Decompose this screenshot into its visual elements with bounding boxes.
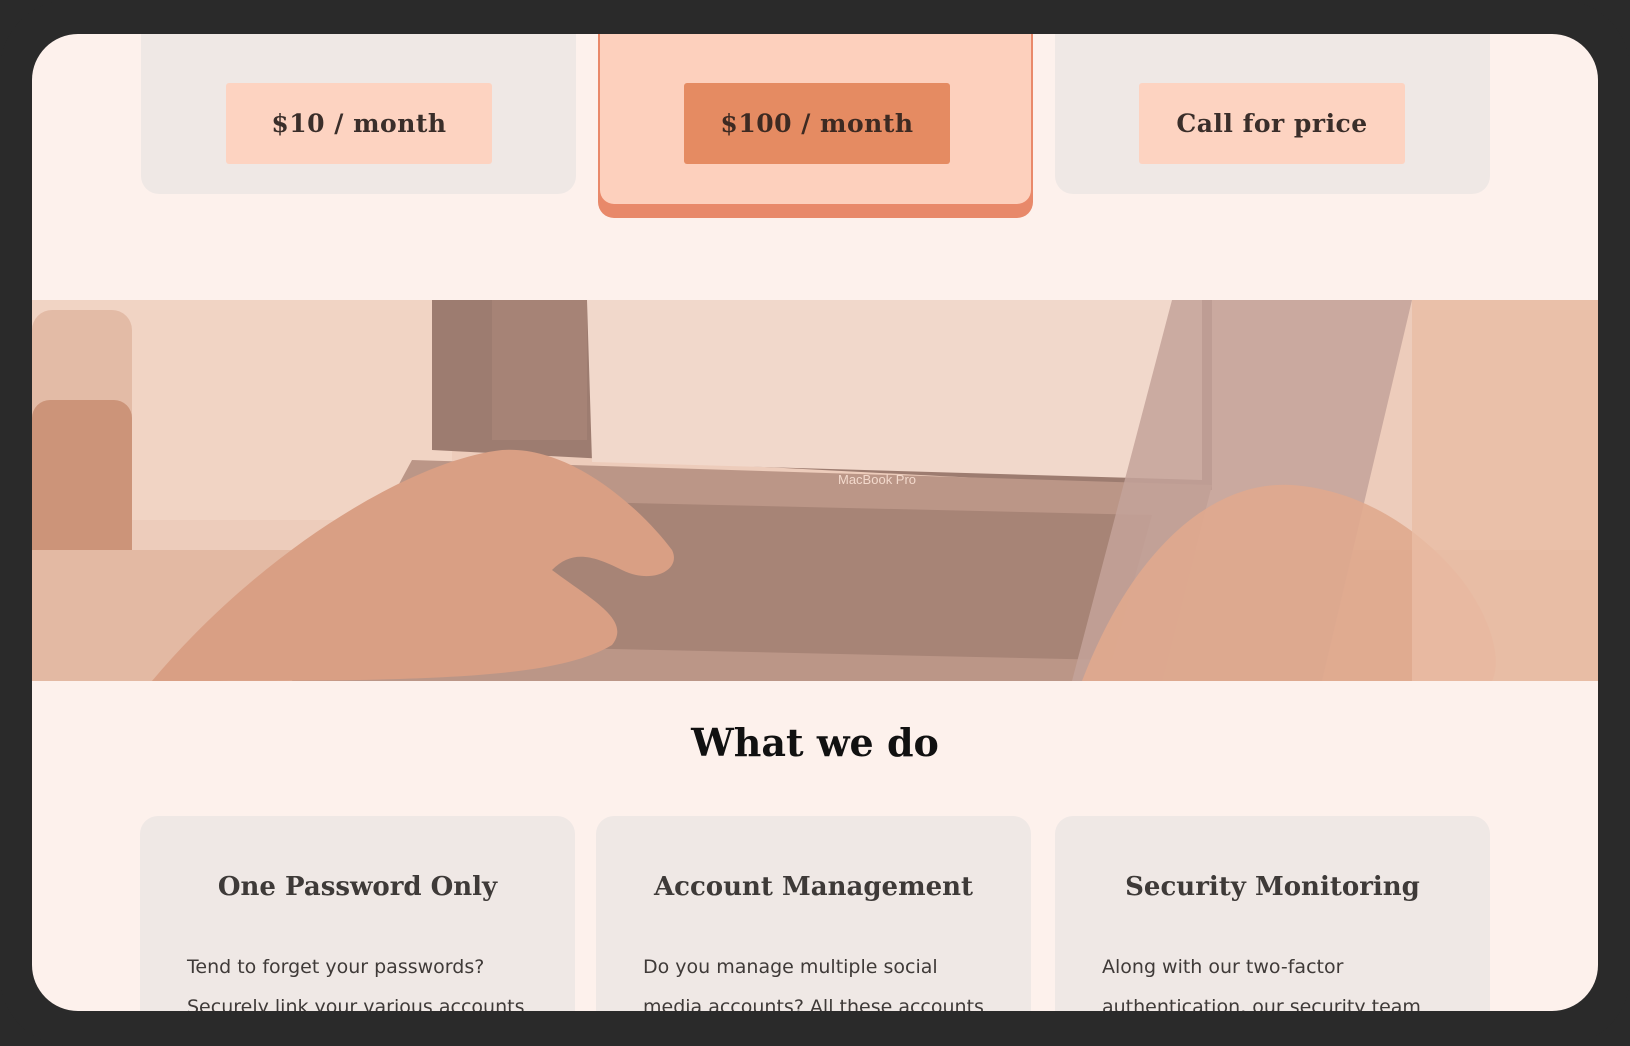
plan-pro-button[interactable]: $100 / month [684, 83, 950, 164]
feature-card-security: Security Monitoring Along with our two-f… [1055, 816, 1490, 1011]
plan-enterprise-button[interactable]: Call for price [1139, 83, 1405, 164]
hero-image: MacBook Pro [32, 300, 1598, 681]
section-title: What we do [691, 720, 939, 765]
laptop-photo: MacBook Pro [32, 300, 1598, 681]
feature-text: Do you manage multiple social media acco… [643, 956, 984, 1011]
pricing-card-enterprise: Call for price [1055, 34, 1490, 194]
pricing-card-basic: $10 / month [141, 34, 576, 194]
feature-title: Account Management [653, 872, 974, 902]
plan-basic-button[interactable]: $10 / month [226, 83, 492, 164]
feature-card-password: One Password Only Tend to forget your pa… [140, 816, 575, 1011]
browser-viewport: $10 / month $100 / month Call for price [32, 34, 1598, 1011]
pricing-card-pro: $100 / month [598, 34, 1033, 206]
device-frame: $10 / month $100 / month Call for price [0, 0, 1630, 1046]
feature-title: Security Monitoring [1125, 872, 1420, 902]
feature-text: Along with our two-factor authentication… [1102, 956, 1421, 1011]
pricing-section: $10 / month $100 / month Call for price [32, 34, 1598, 274]
feature-title: One Password Only [217, 872, 498, 902]
feature-text: Tend to forget your passwords? Securely … [187, 956, 525, 1011]
feature-card-accounts: Account Management Do you manage multipl… [596, 816, 1031, 1011]
